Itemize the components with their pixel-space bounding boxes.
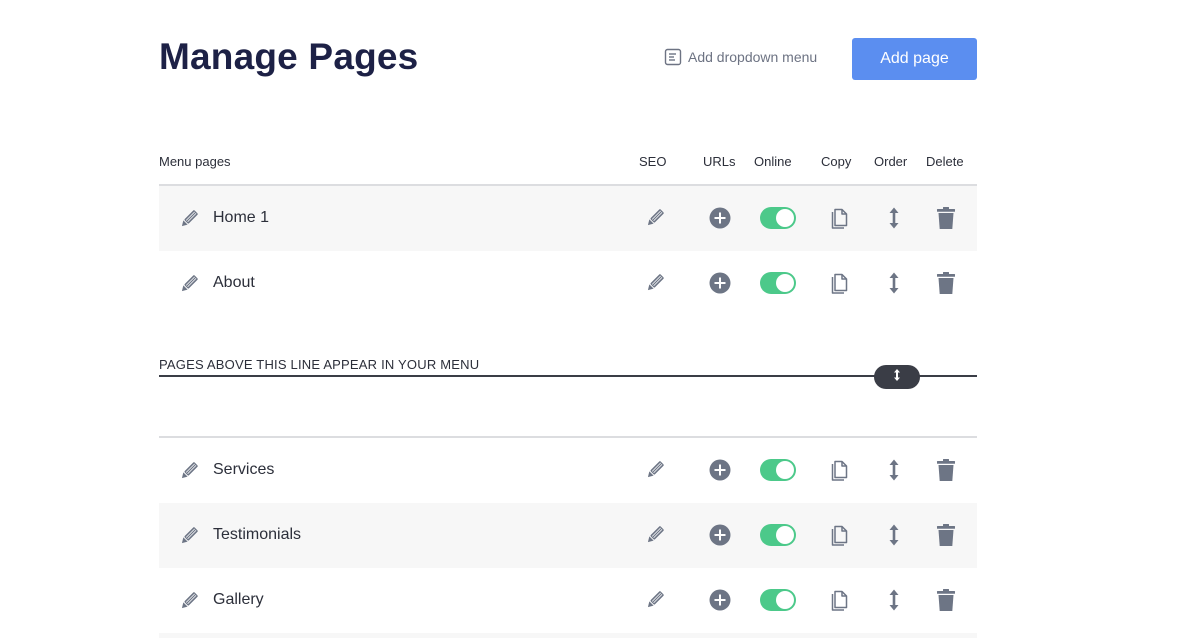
page-row: Gallery: [159, 568, 977, 633]
page-name[interactable]: Testimonials: [213, 526, 301, 544]
add-dropdown-menu-label: Add dropdown menu: [688, 49, 818, 65]
copy-page-icon[interactable]: [830, 205, 850, 234]
page-row: Home 1: [159, 186, 977, 251]
column-header-delete: Delete: [926, 154, 964, 169]
toggle-knob: [776, 209, 794, 227]
menu-divider-line: [159, 375, 977, 377]
online-toggle[interactable]: [760, 589, 796, 611]
edit-page-pencil-icon[interactable]: [177, 207, 201, 236]
edit-page-pencil-icon[interactable]: [177, 459, 201, 488]
seo-pencil-icon[interactable]: [643, 458, 667, 487]
copy-page-icon[interactable]: [830, 457, 850, 486]
column-header-online: Online: [754, 154, 792, 169]
page-name[interactable]: About: [213, 274, 255, 292]
edit-page-pencil-icon[interactable]: [177, 524, 201, 553]
add-url-plus-circle-icon[interactable]: [709, 524, 731, 551]
online-toggle[interactable]: [760, 272, 796, 294]
page-title: Manage Pages: [159, 36, 419, 77]
add-url-plus-circle-icon[interactable]: [709, 459, 731, 486]
copy-page-icon[interactable]: [830, 587, 850, 616]
column-header-urls: URLs: [703, 154, 736, 169]
add-page-button[interactable]: Add page: [852, 38, 977, 80]
toggle-knob: [776, 461, 794, 479]
page-name[interactable]: Services: [213, 461, 274, 479]
delete-trash-icon[interactable]: [936, 271, 956, 300]
delete-trash-icon[interactable]: [936, 523, 956, 552]
menu-line-drag-handle[interactable]: [874, 365, 920, 389]
toggle-knob: [776, 591, 794, 609]
order-up-down-arrow-icon[interactable]: [888, 524, 900, 551]
manage-pages-screen: Manage Pages Add dropdown menu Add page …: [0, 0, 1202, 638]
seo-pencil-icon[interactable]: [643, 523, 667, 552]
column-header-menu-pages: Menu pages: [159, 154, 231, 169]
menu-line-label: PAGES ABOVE THIS LINE APPEAR IN YOUR MEN…: [159, 357, 480, 372]
page-name[interactable]: Gallery: [213, 591, 264, 609]
edit-page-pencil-icon[interactable]: [177, 272, 201, 301]
page-name[interactable]: Home 1: [213, 209, 269, 227]
seo-pencil-icon[interactable]: [643, 206, 667, 235]
seo-pencil-icon[interactable]: [643, 588, 667, 617]
delete-trash-icon[interactable]: [936, 206, 956, 235]
add-dropdown-menu-link[interactable]: Add dropdown menu: [664, 48, 817, 66]
column-header-copy: Copy: [821, 154, 852, 169]
page-row: Testimonials: [159, 503, 977, 568]
up-down-arrow-icon: [892, 368, 902, 387]
online-toggle[interactable]: [760, 459, 796, 481]
page-row: About: [159, 251, 977, 316]
seo-pencil-icon[interactable]: [643, 271, 667, 300]
toggle-knob: [776, 274, 794, 292]
online-toggle[interactable]: [760, 207, 796, 229]
column-header-seo: SEO: [639, 154, 667, 169]
delete-trash-icon[interactable]: [936, 458, 956, 487]
add-url-plus-circle-icon[interactable]: [709, 272, 731, 299]
copy-page-icon[interactable]: [830, 270, 850, 299]
column-header-order: Order: [874, 154, 908, 169]
order-up-down-arrow-icon[interactable]: [888, 207, 900, 234]
menu-list-icon: [664, 48, 682, 66]
add-url-plus-circle-icon[interactable]: [709, 589, 731, 616]
add-url-plus-circle-icon[interactable]: [709, 207, 731, 234]
next-row-partial: [159, 633, 977, 638]
order-up-down-arrow-icon[interactable]: [888, 459, 900, 486]
copy-page-icon[interactable]: [830, 522, 850, 551]
edit-page-pencil-icon[interactable]: [177, 589, 201, 618]
page-row: Services: [159, 438, 977, 503]
toggle-knob: [776, 526, 794, 544]
order-up-down-arrow-icon[interactable]: [888, 589, 900, 616]
online-toggle[interactable]: [760, 524, 796, 546]
delete-trash-icon[interactable]: [936, 588, 956, 617]
order-up-down-arrow-icon[interactable]: [888, 272, 900, 299]
